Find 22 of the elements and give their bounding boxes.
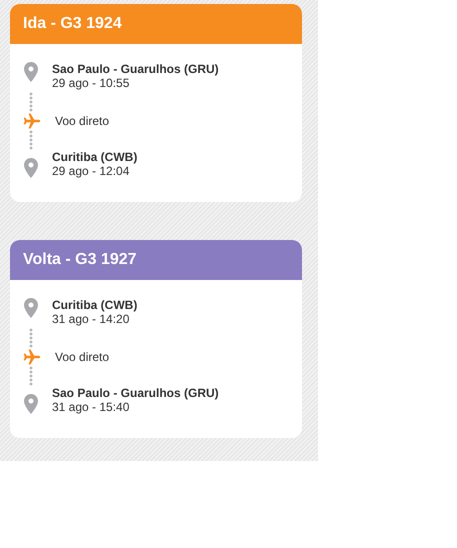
dotted-line-icon	[29, 328, 33, 348]
airport-name: Curitiba (CWB)	[52, 150, 138, 164]
airport-name: Curitiba (CWB)	[52, 298, 138, 312]
dotted-line-icon	[29, 92, 33, 112]
airport-name: Sao Paulo - Guarulhos (GRU)	[52, 62, 219, 76]
flight-time: 29 ago - 10:55	[52, 76, 130, 90]
map-pin-icon	[24, 158, 38, 178]
flight-title: Volta - G3 1927	[23, 250, 137, 270]
flight-time: 29 ago - 12:04	[52, 164, 130, 178]
flight-time: 31 ago - 14:20	[52, 312, 130, 326]
airplane-icon	[23, 113, 41, 129]
airport-name: Sao Paulo - Guarulhos (GRU)	[52, 386, 219, 400]
dotted-line-icon	[29, 366, 33, 386]
flight-title: Ida - G3 1924	[23, 14, 122, 34]
dotted-line-icon	[29, 130, 33, 150]
connection-label: Voo direto	[55, 349, 110, 366]
map-pin-icon	[24, 298, 38, 318]
airplane-icon	[23, 349, 41, 365]
flight-time: 31 ago - 15:40	[52, 400, 130, 414]
connection-label: Voo direto	[55, 113, 110, 130]
map-pin-icon	[24, 394, 38, 414]
map-pin-icon	[24, 62, 38, 82]
